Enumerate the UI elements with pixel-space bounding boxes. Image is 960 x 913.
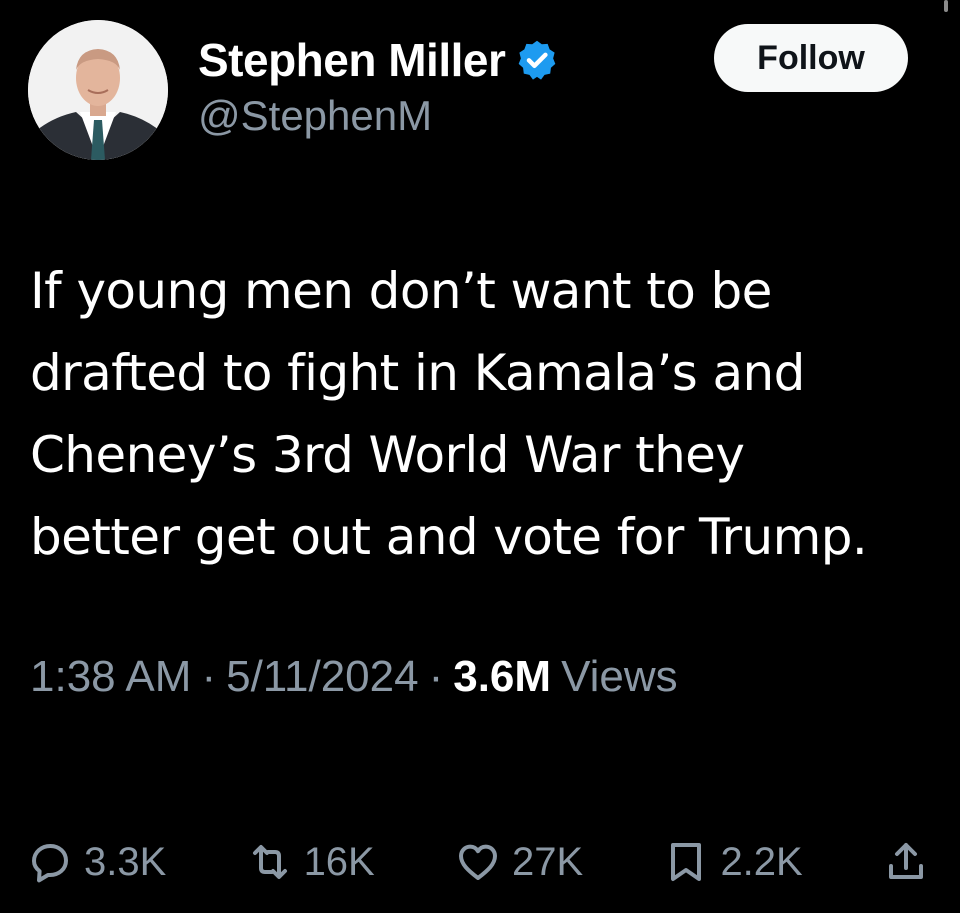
reply-count: 3.3K	[84, 839, 167, 884]
profile-photo-icon	[28, 20, 168, 160]
share-icon	[889, 843, 923, 879]
views-count[interactable]: 3.6M	[453, 652, 551, 702]
meta-separator: ·	[428, 652, 444, 701]
avatar[interactable]	[28, 20, 168, 160]
bookmark-icon	[671, 843, 702, 881]
share-button[interactable]	[882, 838, 930, 886]
follow-button[interactable]: Follow	[714, 24, 908, 92]
bookmark-count: 2.2K	[720, 839, 803, 884]
author-handle[interactable]: @StephenM	[198, 92, 559, 140]
verified-badge-icon[interactable]	[515, 38, 559, 82]
name-row: Stephen Miller	[198, 32, 559, 88]
tweet-header: Stephen Miller @StephenM Follow	[28, 20, 928, 165]
tweet-text: If young men don’t want to be drafted to…	[30, 262, 868, 566]
scrollbar[interactable]	[944, 0, 948, 12]
bookmark-button[interactable]: 2.2K	[662, 838, 803, 886]
repost-button[interactable]: 16K	[246, 838, 375, 886]
tweet-time[interactable]: 1:38 AM	[30, 652, 191, 702]
like-count: 27K	[512, 839, 584, 884]
like-button[interactable]: 27K	[454, 838, 583, 886]
action-bar: 3.3K 16K 27K 2.2K	[26, 832, 930, 892]
repost-icon	[252, 845, 287, 879]
meta-separator: ·	[201, 652, 217, 701]
author-display-name[interactable]: Stephen Miller	[198, 33, 506, 87]
reply-button[interactable]: 3.3K	[26, 838, 166, 886]
reply-icon	[32, 844, 68, 883]
tweet-meta: 1:38 AM · 5/11/2024 · 3.6M Views	[30, 652, 678, 702]
tweet-date[interactable]: 5/11/2024	[226, 652, 418, 702]
author-identity: Stephen Miller @StephenM	[198, 32, 559, 140]
heart-icon	[459, 844, 497, 880]
views-label: Views	[561, 652, 678, 701]
repost-count: 16K	[303, 839, 375, 884]
